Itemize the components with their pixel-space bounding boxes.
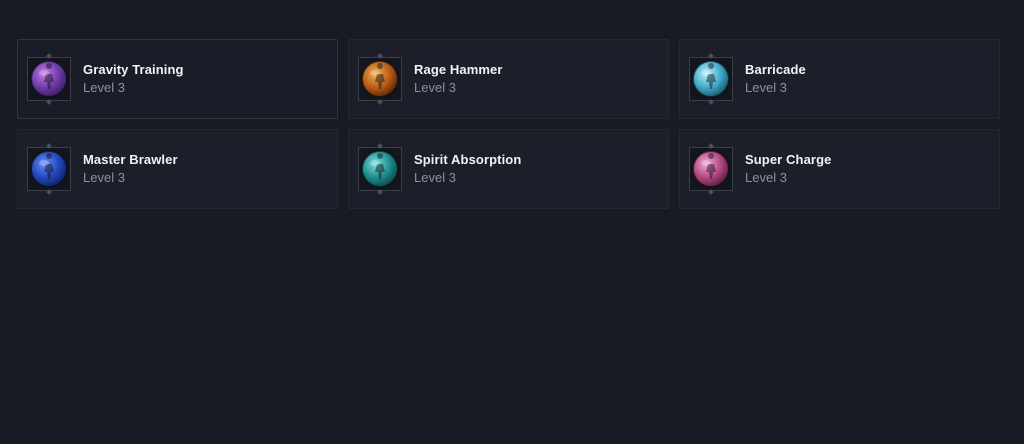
ability-card[interactable]: Master Brawler Level 3 [17, 129, 338, 209]
ability-card[interactable]: Spirit Absorption Level 3 [348, 129, 669, 209]
ability-name: Master Brawler [83, 152, 178, 167]
ability-name: Barricade [745, 62, 806, 77]
ability-level: Level 3 [414, 170, 456, 185]
ability-grid: Gravity Training Level 3 Rage Hammer Lev… [17, 39, 1000, 209]
rage-hammer-icon [358, 57, 402, 101]
ability-name: Spirit Absorption [414, 152, 522, 167]
ability-level: Level 3 [745, 80, 787, 95]
ability-card[interactable]: Rage Hammer Level 3 [348, 39, 669, 119]
spirit-absorption-icon [358, 147, 402, 191]
ability-name: Super Charge [745, 152, 832, 167]
barricade-icon [689, 57, 733, 101]
ability-level: Level 3 [83, 170, 125, 185]
ability-name: Gravity Training [83, 62, 184, 77]
super-charge-icon [689, 147, 733, 191]
ability-card[interactable]: Gravity Training Level 3 [17, 39, 338, 119]
master-brawler-icon [27, 147, 71, 191]
ability-name: Rage Hammer [414, 62, 503, 77]
ability-card[interactable]: Barricade Level 3 [679, 39, 1000, 119]
ability-level: Level 3 [414, 80, 456, 95]
ability-level: Level 3 [745, 170, 787, 185]
ability-card[interactable]: Super Charge Level 3 [679, 129, 1000, 209]
gravity-training-icon [27, 57, 71, 101]
ability-level: Level 3 [83, 80, 125, 95]
